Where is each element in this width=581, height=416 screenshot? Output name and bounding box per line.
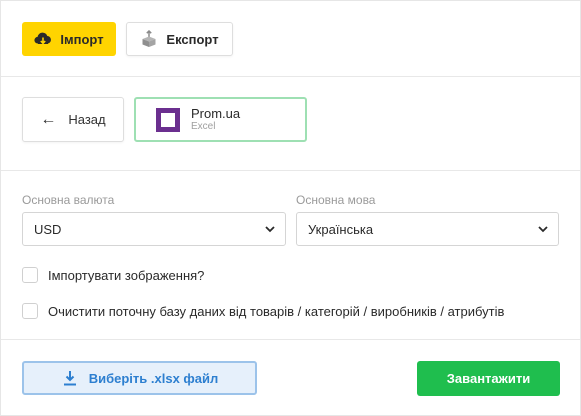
arrow-left-icon: ← bbox=[40, 110, 57, 128]
language-value: Українська bbox=[308, 221, 374, 237]
export-button[interactable]: Експорт bbox=[126, 22, 233, 56]
export-label: Експорт bbox=[166, 31, 219, 47]
currency-value: USD bbox=[34, 221, 62, 237]
language-select[interactable]: Українська bbox=[296, 212, 559, 246]
choose-file-label: Виберіть .xlsx файл bbox=[88, 370, 219, 386]
clear-db-label: Очистити поточну базу даних від товарів … bbox=[48, 303, 505, 319]
box-upload-icon bbox=[140, 30, 158, 48]
choose-file-button[interactable]: Виберіть .xlsx файл bbox=[22, 361, 257, 395]
currency-select[interactable]: USD bbox=[22, 212, 286, 246]
import-button[interactable]: Імпорт bbox=[22, 22, 116, 56]
chevron-down-icon bbox=[538, 226, 548, 233]
import-label: Імпорт bbox=[60, 31, 104, 47]
import-images-option[interactable]: Імпортувати зображення? bbox=[22, 267, 204, 283]
source-card-prom[interactable]: Prom.ua Excel bbox=[134, 97, 307, 142]
language-label: Основна мова bbox=[296, 193, 376, 207]
import-images-checkbox[interactable] bbox=[22, 267, 38, 283]
cloud-download-icon bbox=[34, 30, 52, 48]
prom-logo-icon bbox=[156, 107, 180, 132]
source-text: Prom.ua Excel bbox=[191, 107, 240, 132]
download-icon bbox=[61, 369, 79, 387]
upload-label: Завантажити bbox=[446, 371, 531, 386]
source-type: Excel bbox=[191, 121, 216, 132]
currency-label: Основна валюта bbox=[22, 193, 115, 207]
toolbar: Імпорт Експорт bbox=[1, 1, 580, 77]
import-export-panel: Імпорт Експорт ← Назад Prom.ua Excel Осн… bbox=[0, 0, 581, 416]
back-label: Назад bbox=[68, 112, 106, 127]
back-button[interactable]: ← Назад bbox=[22, 97, 124, 142]
import-images-label: Імпортувати зображення? bbox=[48, 267, 205, 283]
clear-db-checkbox[interactable] bbox=[22, 303, 38, 319]
clear-db-option[interactable]: Очистити поточну базу даних від товарів … bbox=[22, 303, 504, 319]
source-name: Prom.ua bbox=[191, 106, 241, 121]
upload-button[interactable]: Завантажити bbox=[417, 361, 560, 396]
chevron-down-icon bbox=[265, 226, 275, 233]
